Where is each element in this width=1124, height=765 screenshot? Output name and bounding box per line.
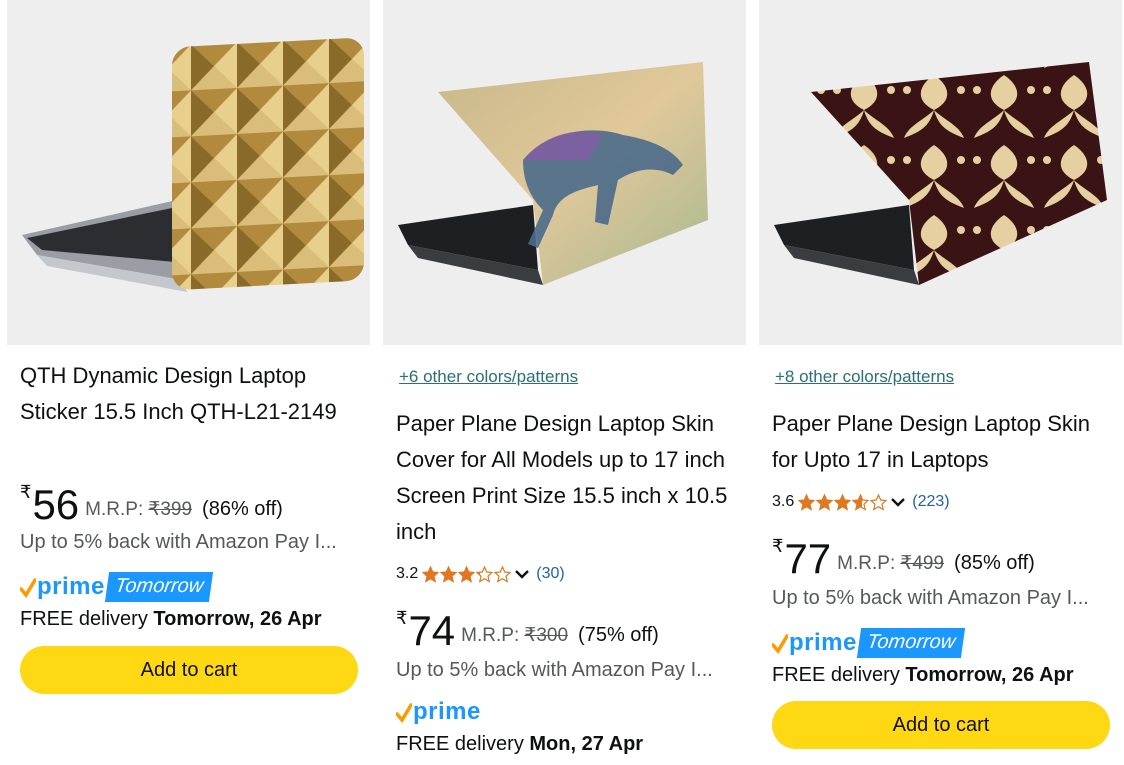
prime-check-icon xyxy=(20,578,36,598)
add-to-cart-button[interactable]: Add to cart xyxy=(20,646,358,694)
prime-check-icon xyxy=(772,634,788,654)
mrp-price: ₹399 xyxy=(148,499,193,520)
prime-badge: prime Tomorrow xyxy=(772,627,966,659)
delivery-prefix: FREE delivery xyxy=(772,664,906,686)
rating-row[interactable]: 3.6 (223) xyxy=(772,491,950,513)
delivery-prefix: FREE delivery xyxy=(20,608,154,630)
other-colors-link[interactable]: +6 other colors/patterns xyxy=(399,367,578,387)
chevron-down-icon[interactable] xyxy=(890,494,906,510)
prime-logo: prime xyxy=(37,573,105,600)
cashback-text: Up to 5% back with Amazon Pay I... xyxy=(20,531,337,553)
cashback-text: Up to 5% back with Amazon Pay I... xyxy=(396,659,713,681)
other-colors-link[interactable]: +8 other colors/patterns xyxy=(775,367,954,387)
add-to-cart-button[interactable]: Add to cart xyxy=(772,701,1110,749)
price-row: ₹ 77 M.R.P: ₹499 (85% off) xyxy=(772,535,1035,582)
mrp-price: ₹300 xyxy=(524,625,569,646)
star-rating xyxy=(422,565,512,583)
mrp-label: M.R.P: xyxy=(837,553,896,574)
price-row: ₹ 56 M.R.P: ₹399 (86% off) xyxy=(20,481,283,528)
delivery-text: FREE delivery Mon, 27 Apr xyxy=(396,733,643,756)
currency-symbol: ₹ xyxy=(20,482,32,502)
product-title[interactable]: Paper Plane Design Laptop Skin for Upto … xyxy=(772,406,1112,478)
product-title[interactable]: QTH Dynamic Design Laptop Sticker 15.5 I… xyxy=(20,358,360,430)
currency-symbol: ₹ xyxy=(396,608,408,628)
product-image[interactable] xyxy=(759,0,1122,345)
delivery-date: Tomorrow, 26 Apr xyxy=(153,608,322,630)
chevron-down-icon[interactable] xyxy=(514,566,530,582)
delivery-badge: Tomorrow xyxy=(104,572,214,602)
star-empty-icon xyxy=(494,565,512,583)
delivery-date: Mon, 27 Apr xyxy=(529,733,644,755)
star-rating xyxy=(798,493,888,511)
star-half-icon xyxy=(852,493,870,511)
mrp-price: ₹499 xyxy=(900,553,945,574)
star-empty-icon xyxy=(870,493,888,511)
product-image[interactable] xyxy=(383,0,746,345)
cashback-text: Up to 5% back with Amazon Pay I... xyxy=(772,587,1089,609)
star-full-icon xyxy=(422,565,440,583)
prime-badge: prime xyxy=(396,696,481,728)
product-image[interactable] xyxy=(7,0,370,345)
prime-logo: prime xyxy=(789,629,857,656)
discount: (86% off) xyxy=(202,498,283,520)
rating-value: 3.2 xyxy=(396,565,419,582)
product-card: QTH Dynamic Design Laptop Sticker 15.5 I… xyxy=(7,0,370,765)
rating-value: 3.6 xyxy=(772,493,795,510)
star-full-icon xyxy=(458,565,476,583)
rating-row[interactable]: 3.2 (30) xyxy=(396,563,565,585)
price: 77 xyxy=(784,535,832,582)
prime-badge: prime Tomorrow xyxy=(20,571,214,603)
prime-check-icon xyxy=(396,703,412,723)
rating-count-link[interactable]: (223) xyxy=(912,493,949,511)
delivery-text: FREE delivery Tomorrow, 26 Apr xyxy=(772,664,1074,687)
price: 56 xyxy=(32,481,80,528)
delivery-prefix: FREE delivery xyxy=(396,733,530,755)
star-full-icon xyxy=(834,493,852,511)
delivery-date: Tomorrow, 26 Apr xyxy=(905,664,1074,686)
product-title[interactable]: Paper Plane Design Laptop Skin Cover for… xyxy=(396,406,736,550)
price: 74 xyxy=(408,607,456,654)
star-half-icon xyxy=(476,565,494,583)
star-full-icon xyxy=(816,493,834,511)
discount: (75% off) xyxy=(578,624,659,646)
rating-count-link[interactable]: (30) xyxy=(536,565,564,583)
mrp-label: M.R.P: xyxy=(85,499,144,520)
star-full-icon xyxy=(440,565,458,583)
price-row: ₹ 74 M.R.P: ₹300 (75% off) xyxy=(396,607,659,654)
prime-logo: prime xyxy=(413,698,481,725)
mrp-label: M.R.P: xyxy=(461,625,520,646)
product-card: +8 other colors/patterns Paper Plane Des… xyxy=(759,0,1122,765)
product-card: +6 other colors/patterns Paper Plane Des… xyxy=(383,0,746,765)
currency-symbol: ₹ xyxy=(772,536,784,556)
delivery-badge: Tomorrow xyxy=(856,628,966,658)
delivery-text: FREE delivery Tomorrow, 26 Apr xyxy=(20,608,322,631)
discount: (85% off) xyxy=(954,552,1035,574)
star-full-icon xyxy=(798,493,816,511)
